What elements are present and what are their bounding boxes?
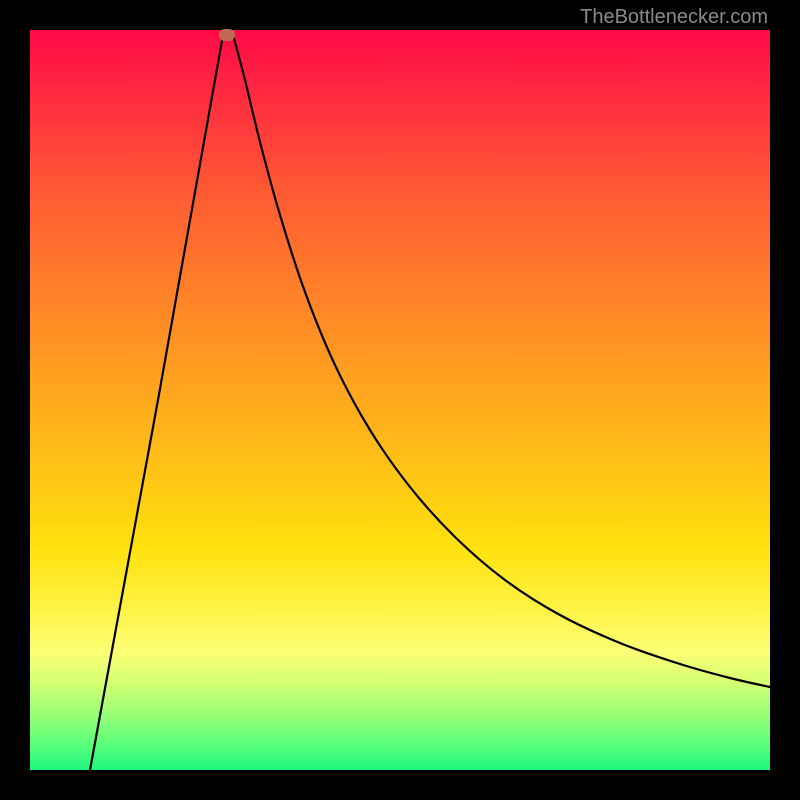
optimal-point-marker xyxy=(219,29,235,41)
bottleneck-curve xyxy=(30,30,770,770)
attribution-label: TheBottlenecker.com xyxy=(580,6,768,29)
